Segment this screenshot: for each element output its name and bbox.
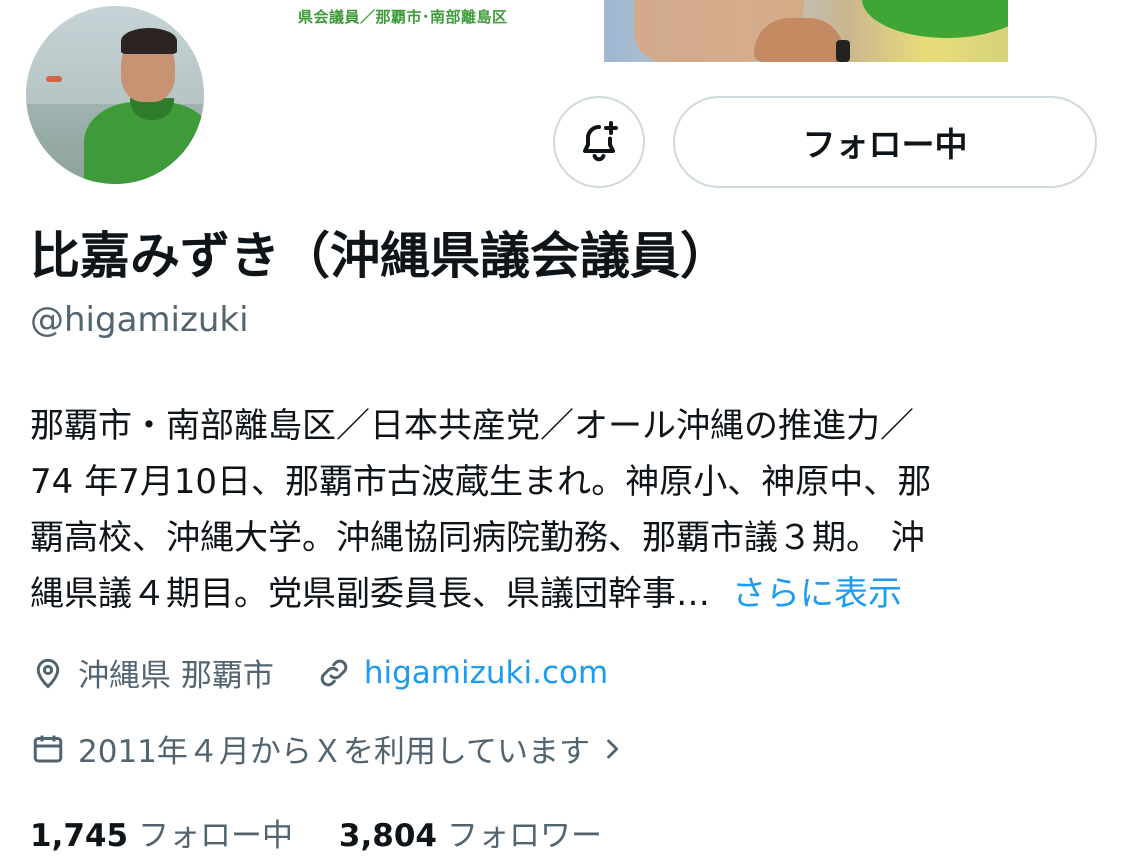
banner-photo xyxy=(604,0,1008,62)
followers-stat[interactable]: 3,804 フォロワー xyxy=(339,818,602,854)
bio-line-last: 縄県議４期目。党県副委員長、県議団幹事… さらに表示 xyxy=(30,566,1100,622)
bio: 那覇市・南部離島区／日本共産党／オール沖縄の推進力／ 74 年7月10日、那覇市… xyxy=(30,398,1100,622)
link-icon xyxy=(320,659,348,686)
user-handle: @higamizuki xyxy=(30,300,249,340)
following-button[interactable]: フォロー中 xyxy=(673,96,1097,188)
location-text: 沖縄県 那覇市 xyxy=(78,658,274,694)
follow-counts: 1,745 フォロー中 3,804 フォロワー xyxy=(30,810,602,855)
meta-location-link-row: 沖縄県 那覇市 higamizuki.com xyxy=(30,650,608,695)
followers-count: 3,804 xyxy=(338,818,437,854)
bell-plus-icon xyxy=(583,121,618,162)
following-stat[interactable]: 1,745 フォロー中 xyxy=(30,818,293,854)
website-link[interactable]: higamizuki.com xyxy=(364,655,608,691)
notification-button[interactable] xyxy=(553,96,645,188)
display-name: 比嘉みずき（沖縄県議会議員） xyxy=(30,227,730,285)
show-more-link[interactable]: さらに表示 xyxy=(732,574,902,614)
location-pin-icon xyxy=(36,658,60,689)
joined-row[interactable]: 2011年４月からＸを利用しています xyxy=(30,726,626,771)
following-count: 1,745 xyxy=(30,818,129,854)
bio-line-text: 縄県議４期目。党県副委員長、県議団幹事… xyxy=(30,574,710,614)
bio-line: 74 年7月10日、那覇市古波蔵生まれ。神原小、神原中、那 xyxy=(30,462,932,502)
chevron-right-icon xyxy=(607,738,619,759)
banner-text: 県会議員／那覇市･南部離島区 xyxy=(298,8,508,26)
avatar[interactable] xyxy=(22,2,208,188)
followers-label: フォロワー xyxy=(446,818,602,854)
joined-date-text: 2011年４月からＸを利用しています xyxy=(78,734,590,770)
bio-line: 那覇市・南部離島区／日本共産党／オール沖縄の推進力／ xyxy=(30,406,914,446)
bio-line: 覇高校、沖縄大学。沖縄協同病院勤務、那覇市議３期。 沖 xyxy=(30,518,925,558)
following-label: フォロー中 xyxy=(138,818,294,854)
calendar-icon xyxy=(33,735,63,762)
